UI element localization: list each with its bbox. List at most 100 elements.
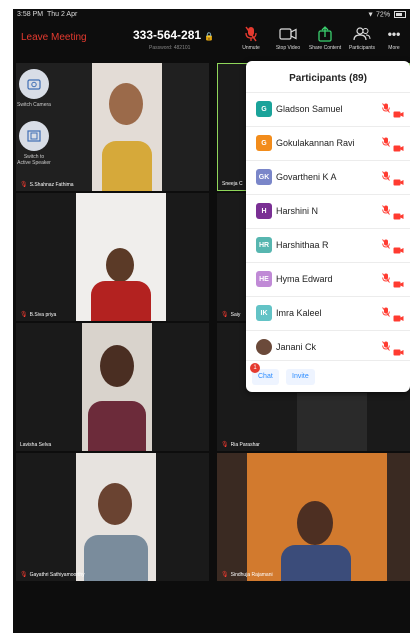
participant-name-label: 🎙 B.Siva priya xyxy=(20,312,57,318)
participant-name-label: Lavisha Selva xyxy=(20,442,52,448)
status-right: ▼ 72% xyxy=(367,11,406,18)
participant-row[interactable]: IK Imra Kaleel xyxy=(246,296,410,331)
leave-meeting-button[interactable]: Leave Meeting xyxy=(21,32,87,43)
muted-mic-icon xyxy=(382,341,390,353)
invite-label: Invite xyxy=(292,373,309,380)
muted-mic-icon: 🎙 xyxy=(221,312,229,318)
zoom-window: 3:58 PM Thu 2 Apr ▼ 72% Leave Meeting 33… xyxy=(13,9,410,633)
video-tile[interactable]: 🎙 Sindhuja Rajamani xyxy=(217,453,410,581)
status-bar: 3:58 PM Thu 2 Apr ▼ 72% xyxy=(13,9,410,23)
participant-name-label: 🎙 Gayathri Sathiyamoorthy xyxy=(20,572,85,578)
video-tile[interactable]: Lavisha Selva xyxy=(16,323,209,451)
unmute-button[interactable]: Unmute xyxy=(231,25,271,51)
share-content-button[interactable]: Share Content xyxy=(305,25,345,51)
participant-name: Harshithaa R xyxy=(276,240,329,250)
muted-mic-icon xyxy=(382,273,390,285)
video-off-icon xyxy=(393,207,404,225)
participant-name: Janani Ck xyxy=(276,342,317,352)
participant-avatar xyxy=(256,339,272,355)
lock-icon: 🔒 xyxy=(204,32,215,41)
participant-name: Harshini N xyxy=(276,206,319,216)
meeting-password: Password: 482101 xyxy=(149,45,191,51)
video-off-icon xyxy=(393,241,404,259)
switch-camera-button[interactable]: Switch Camera xyxy=(17,69,51,108)
switch-camera-label: Switch Camera xyxy=(17,102,51,108)
switch-speaker-label: Switch to Active Speaker xyxy=(17,154,51,166)
muted-mic-icon: 🎙 xyxy=(20,572,28,578)
video-feed xyxy=(76,193,166,321)
invite-button[interactable]: Invite xyxy=(286,369,315,385)
participant-avatar: GK xyxy=(256,169,272,185)
video-tile[interactable]: 🎙 Gayathri Sathiyamoorthy xyxy=(16,453,209,581)
video-feed xyxy=(92,63,162,191)
status-time: 3:58 PM xyxy=(17,11,44,18)
participants-button[interactable]: Participants xyxy=(342,25,382,51)
participants-footer: 1 Chat Invite xyxy=(246,360,410,393)
chat-label: Chat xyxy=(258,373,273,380)
participant-row[interactable]: G Gokulakannan Ravi xyxy=(246,126,410,161)
video-off-icon xyxy=(393,309,404,327)
participant-row[interactable]: G Gladson Samuel xyxy=(246,92,410,127)
stop-video-label: Stop Video xyxy=(275,45,301,51)
chat-button[interactable]: 1 Chat xyxy=(250,363,279,385)
participant-name: Hyma Edward xyxy=(276,274,333,284)
participants-label: Participants xyxy=(348,45,376,51)
video-off-icon xyxy=(393,139,404,157)
participant-avatar: HE xyxy=(256,271,272,287)
video-tile[interactable]: 🎙 B.Siva priya xyxy=(16,193,209,321)
battery-percent: 72% xyxy=(376,11,391,19)
video-off-icon xyxy=(393,343,404,361)
muted-mic-icon xyxy=(382,171,390,183)
switch-camera-icon xyxy=(19,69,49,99)
battery-icon xyxy=(394,11,406,18)
participant-name-label: 🎙 Saiy xyxy=(221,312,241,318)
switch-speaker-view-button[interactable]: Switch to Active Speaker xyxy=(17,121,51,166)
meeting-id-text: 333-564-281 xyxy=(133,28,202,42)
wifi-icon: ▼ xyxy=(367,11,375,19)
status-time-date: 3:58 PM Thu 2 Apr xyxy=(17,11,77,18)
video-feed xyxy=(217,453,410,581)
video-feed xyxy=(76,453,156,581)
muted-mic-icon xyxy=(382,239,390,251)
video-off-icon xyxy=(393,105,404,123)
participant-name: Imra Kaleel xyxy=(276,308,322,318)
muted-mic-icon: 🎙 xyxy=(20,312,28,318)
share-content-label: Share Content xyxy=(308,45,342,51)
participant-avatar: IK xyxy=(256,305,272,321)
participant-row[interactable]: HR Harshithaa R xyxy=(246,228,410,263)
chat-badge: 1 xyxy=(250,363,260,373)
participant-avatar: HR xyxy=(256,237,272,253)
participant-name: Govartheni K A xyxy=(276,172,337,182)
meeting-toolbar: Leave Meeting 333-564-281 🔒 Password: 482… xyxy=(13,23,410,63)
muted-mic-icon: 🎙 xyxy=(20,182,28,188)
video-off-icon xyxy=(393,275,404,293)
video-feed xyxy=(297,393,367,451)
participant-avatar: G xyxy=(256,135,272,151)
participant-name: Gokulakannan Ravi xyxy=(276,138,355,148)
muted-mic-icon xyxy=(382,205,390,217)
video-camera-icon xyxy=(268,25,308,43)
speaker-view-icon xyxy=(19,121,49,151)
muted-mic-icon xyxy=(382,137,390,149)
muted-mic-icon xyxy=(382,103,390,115)
participant-avatar: G xyxy=(256,101,272,117)
more-button[interactable]: ••• More xyxy=(379,25,409,51)
muted-mic-icon xyxy=(231,25,271,43)
participant-name-label: 🎙 Ria Parashar xyxy=(221,442,260,448)
stop-video-button[interactable]: Stop Video xyxy=(268,25,308,51)
status-date: Thu 2 Apr xyxy=(46,11,78,18)
participant-row[interactable]: GK Govartheni K A xyxy=(246,160,410,195)
share-icon xyxy=(305,25,345,43)
muted-mic-icon: 🎙 xyxy=(221,442,229,448)
meeting-id: 333-564-281 🔒 xyxy=(133,28,214,42)
muted-mic-icon xyxy=(382,307,390,319)
video-off-icon xyxy=(393,173,404,191)
participant-avatar: H xyxy=(256,203,272,219)
participant-row[interactable]: HE Hyma Edward xyxy=(246,262,410,297)
participant-name-label: 🎙 S.Shahnaz Fathima xyxy=(20,182,74,188)
more-label: More xyxy=(388,45,400,51)
participant-name-label: 🎙 Sindhuja Rajamani xyxy=(221,572,273,578)
participant-name: Gladson Samuel xyxy=(276,104,343,114)
participant-name-label: Sneeja C xyxy=(222,181,243,187)
participant-row[interactable]: H Harshini N xyxy=(246,194,410,229)
